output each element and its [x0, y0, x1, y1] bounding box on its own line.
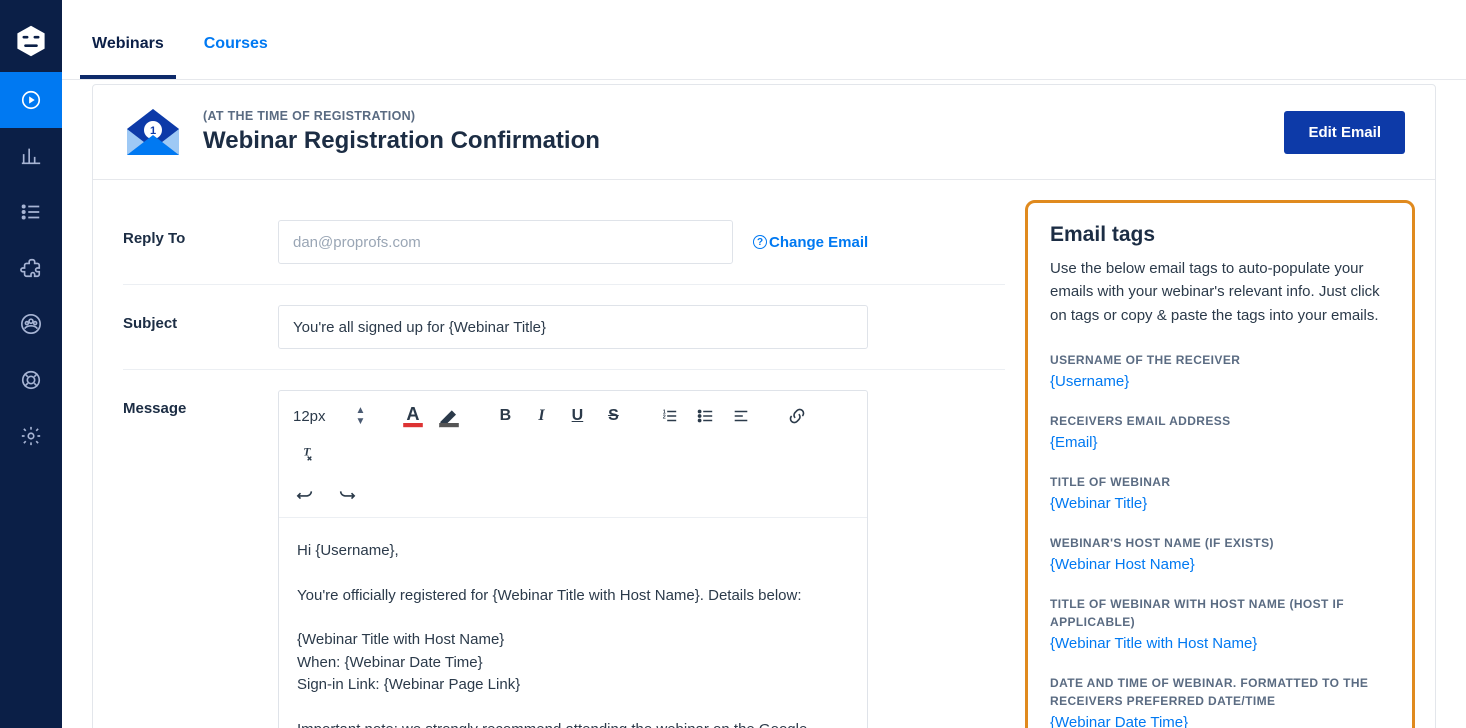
- svg-text:A: A: [407, 404, 420, 424]
- header-title: Webinar Registration Confirmation: [203, 127, 1264, 155]
- lifebuoy-icon: [20, 369, 42, 391]
- bar-chart-icon: [20, 145, 42, 167]
- edit-email-button[interactable]: Edit Email: [1284, 111, 1405, 154]
- sidebar: [0, 0, 62, 728]
- reply-to-input[interactable]: [278, 220, 733, 264]
- redo-button[interactable]: [333, 481, 361, 509]
- redo-icon: [338, 486, 356, 504]
- message-line: [297, 563, 849, 585]
- tag-value[interactable]: {Email}: [1050, 434, 1390, 451]
- tag-label: TITLE OF WEBINAR: [1050, 473, 1390, 491]
- message-line: [297, 607, 849, 629]
- editor-toolbar: 12px ▲▼ A: [279, 391, 867, 518]
- tag-label: DATE AND TIME OF WEBINAR. FORMATTED TO T…: [1050, 674, 1390, 710]
- tag-value[interactable]: {Webinar Host Name}: [1050, 556, 1390, 573]
- subject-input[interactable]: [278, 305, 868, 349]
- undo-icon: [296, 486, 314, 504]
- clear-format-icon: T: [296, 444, 314, 462]
- tag-label: TITLE OF WEBINAR WITH HOST NAME (HOST IF…: [1050, 595, 1390, 631]
- font-color-icon: A: [399, 402, 427, 430]
- align-button[interactable]: [727, 402, 755, 430]
- change-email-text: Change Email: [769, 234, 868, 251]
- link-icon: [788, 407, 806, 425]
- font-size-value: 12px: [293, 408, 326, 425]
- message-line: [297, 697, 849, 719]
- message-line: When: {Webinar Date Time}: [297, 652, 849, 675]
- email-tag-item: USERNAME OF THE RECEIVER {Username}: [1050, 351, 1390, 390]
- ordered-list-button[interactable]: 12: [655, 402, 683, 430]
- change-email-link[interactable]: ? Change Email: [753, 234, 868, 251]
- reply-to-label: Reply To: [123, 220, 268, 247]
- highlight-button[interactable]: [435, 402, 463, 430]
- unordered-list-button[interactable]: [691, 402, 719, 430]
- rich-text-editor: 12px ▲▼ A: [278, 390, 868, 728]
- list-icon: [20, 201, 42, 223]
- header-pretitle: (AT THE TIME OF REGISTRATION): [203, 109, 1264, 123]
- tag-value[interactable]: {Username}: [1050, 373, 1390, 390]
- email-tag-item: WEBINAR'S HOST NAME (IF EXISTS) {Webinar …: [1050, 534, 1390, 573]
- users-circle-icon: [20, 313, 42, 335]
- play-circle-icon: [20, 89, 42, 111]
- highlight-icon: [435, 402, 463, 430]
- gear-icon: [20, 425, 42, 447]
- italic-button[interactable]: I: [527, 402, 555, 430]
- tab-courses[interactable]: Courses: [204, 35, 268, 79]
- tag-label: RECEIVERS EMAIL ADDRESS: [1050, 412, 1390, 430]
- svg-text:T: T: [303, 446, 311, 459]
- message-line: Sign-in Link: {Webinar Page Link}: [297, 674, 849, 697]
- nav-list[interactable]: [0, 184, 62, 240]
- tag-value[interactable]: {Webinar Title}: [1050, 495, 1390, 512]
- envelope-icon: 1: [123, 109, 183, 155]
- nav-settings[interactable]: [0, 408, 62, 464]
- message-line: {Webinar Title with Host Name}: [297, 629, 849, 652]
- underline-button[interactable]: U: [563, 402, 591, 430]
- tags-description: Use the below email tags to auto-populat…: [1050, 257, 1390, 327]
- clear-format-button[interactable]: T: [291, 439, 319, 467]
- tag-label: WEBINAR'S HOST NAME (IF EXISTS): [1050, 534, 1390, 552]
- message-body[interactable]: Hi {Username}, You're officially registe…: [279, 518, 867, 728]
- nav-users[interactable]: [0, 296, 62, 352]
- email-editor-card: 1 (AT THE TIME OF REGISTRATION) Webinar …: [92, 84, 1436, 728]
- tag-value[interactable]: {Webinar Title with Host Name}: [1050, 635, 1390, 652]
- chevron-updown-icon: ▲▼: [356, 405, 366, 427]
- font-color-button[interactable]: A: [399, 402, 427, 430]
- message-line: You're officially registered for {Webina…: [297, 585, 849, 608]
- email-tag-item: TITLE OF WEBINAR {Webinar Title}: [1050, 473, 1390, 512]
- email-tag-item: TITLE OF WEBINAR WITH HOST NAME (HOST IF…: [1050, 595, 1390, 652]
- tag-value[interactable]: {Webinar Date Time}: [1050, 714, 1390, 728]
- nav-extensions[interactable]: [0, 240, 62, 296]
- tabbar: Webinars Courses: [62, 0, 1466, 80]
- puzzle-icon: [20, 257, 42, 279]
- email-tag-item: RECEIVERS EMAIL ADDRESS {Email}: [1050, 412, 1390, 451]
- link-button[interactable]: [783, 402, 811, 430]
- message-line: Important note: we strongly recommend at…: [297, 719, 849, 728]
- tags-title: Email tags: [1050, 223, 1390, 247]
- align-icon: [732, 407, 750, 425]
- tag-label: USERNAME OF THE RECEIVER: [1050, 351, 1390, 369]
- nav-analytics[interactable]: [0, 128, 62, 184]
- unordered-list-icon: [696, 407, 714, 425]
- svg-text:2: 2: [663, 415, 666, 421]
- message-line: Hi {Username},: [297, 540, 849, 563]
- subject-label: Subject: [123, 305, 268, 332]
- email-tags-panel: Email tags Use the below email tags to a…: [1025, 200, 1415, 728]
- message-label: Message: [123, 390, 268, 417]
- strikethrough-button[interactable]: S: [599, 402, 627, 430]
- nav-play[interactable]: [0, 72, 62, 128]
- ordered-list-icon: 12: [660, 407, 678, 425]
- nav-help[interactable]: [0, 352, 62, 408]
- bold-button[interactable]: B: [491, 402, 519, 430]
- help-icon: ?: [753, 235, 767, 249]
- hex-logo-icon: [14, 24, 48, 58]
- email-tag-item: DATE AND TIME OF WEBINAR. FORMATTED TO T…: [1050, 674, 1390, 728]
- logo: [0, 10, 62, 72]
- undo-button[interactable]: [291, 481, 319, 509]
- font-size-select[interactable]: 12px ▲▼: [291, 401, 371, 431]
- tab-webinars[interactable]: Webinars: [92, 35, 164, 79]
